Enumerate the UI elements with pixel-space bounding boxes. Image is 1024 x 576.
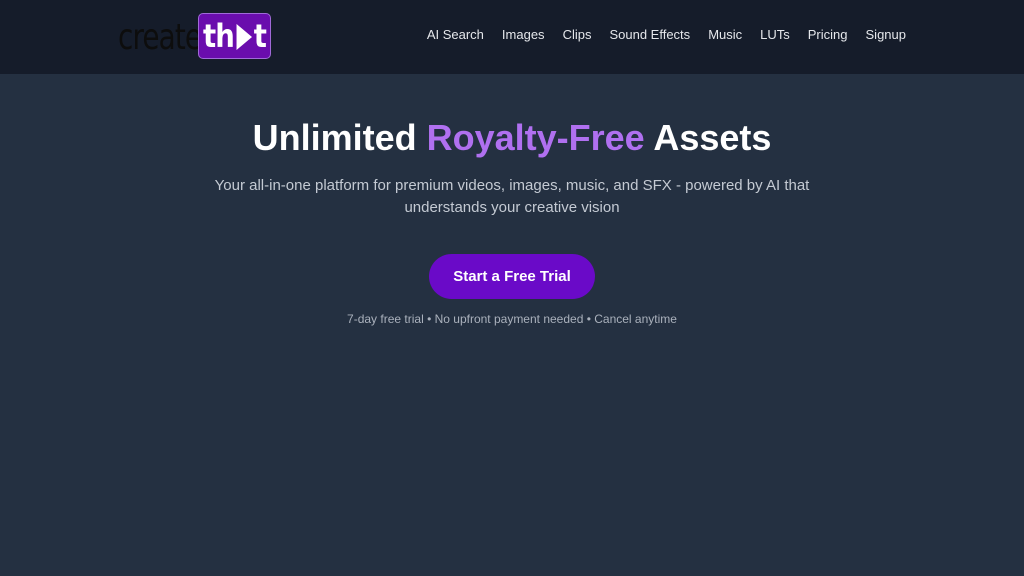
- nav-clips[interactable]: Clips: [563, 26, 592, 44]
- createthat-logo[interactable]: create th t: [118, 13, 278, 61]
- play-icon: [236, 24, 253, 50]
- hero-subtitle: Your all-in-one platform for premium vid…: [214, 177, 810, 216]
- nav-sound-effects[interactable]: Sound Effects: [609, 26, 690, 44]
- logo-badge-text: th t: [203, 17, 267, 55]
- start-free-trial-button[interactable]: Start a Free Trial: [429, 254, 595, 299]
- hero-title: Unlimited Royalty-Free Assets: [252, 117, 772, 158]
- nav-signup[interactable]: Signup: [866, 26, 906, 44]
- top-navbar: create th t AI Search Images Clips Sound …: [0, 0, 1024, 74]
- nav-luts[interactable]: LUTs: [760, 26, 790, 44]
- nav-music[interactable]: Music: [708, 26, 742, 44]
- nav-ai-search[interactable]: AI Search: [427, 26, 484, 44]
- hero-title-accent: Royalty-Free: [426, 117, 645, 158]
- main-nav: AI Search Images Clips Sound Effects Mus…: [427, 26, 906, 44]
- logo-wordmark-create: create: [118, 17, 202, 58]
- nav-pricing[interactable]: Pricing: [808, 26, 848, 44]
- logo-badge: th t: [198, 13, 271, 59]
- trial-fine-print: 7-day free trial • No upfront payment ne…: [347, 312, 677, 326]
- nav-images[interactable]: Images: [502, 26, 545, 44]
